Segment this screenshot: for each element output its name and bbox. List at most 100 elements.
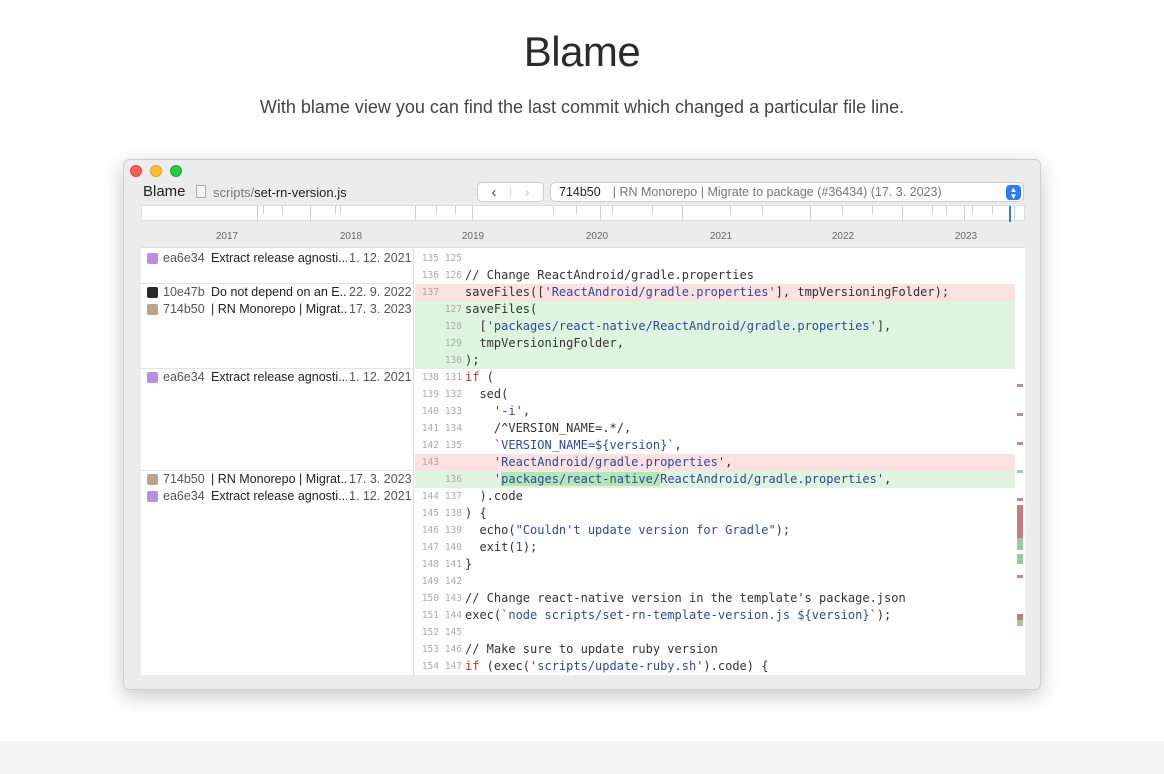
blame-entry[interactable]: ea6e34 Extract release agnosti... 1. 12. 2… <box>141 488 414 505</box>
timeline-commit-tick[interactable] <box>436 206 437 214</box>
code-line[interactable]: 138 131 if ( <box>415 369 1015 386</box>
code-line[interactable]: 153 146// Make sure to update ruby versio… <box>415 641 1015 658</box>
code-line[interactable]: 152 145 <box>415 624 1015 641</box>
code-line[interactable]: 141 134 /^VERSION_NAME=.*/, <box>415 420 1015 437</box>
blame-entry[interactable]: 714b50 | RN Monorepo | Migrat... 17. 3. 20… <box>141 301 414 318</box>
timeline-commit-tick[interactable] <box>455 206 456 214</box>
toolbar: Blame scripts/set-rn-version.js ‹ › 714b… <box>124 182 1040 204</box>
code-view[interactable]: 135 125 136 126// Change ReactAndroid/gradl… <box>415 248 1025 675</box>
blame-commit-date: 22. 9. 2022 <box>349 285 412 299</box>
footer-band <box>0 741 1164 774</box>
overview-change-mark[interactable] <box>1017 442 1023 445</box>
code-text: ).code <box>465 488 522 505</box>
code-line[interactable]: 144 137 ).code <box>415 488 1015 505</box>
timeline-commit-tick[interactable] <box>682 206 683 220</box>
code-line[interactable]: 140 133 '-i', <box>415 403 1015 420</box>
new-line-number: 125 <box>444 253 462 264</box>
timeline-commit-tick[interactable] <box>972 206 973 214</box>
code-line-added[interactable]: 129 tmpVersioningFolder, <box>415 335 1015 352</box>
code-line[interactable]: 150 143// Change react-native version in … <box>415 590 1015 607</box>
code-line-deleted[interactable]: 137 saveFiles(['ReactAndroid/gradle.prope… <box>415 284 1015 301</box>
timeline-commit-tick[interactable] <box>340 206 341 214</box>
blame-entry[interactable]: 10e47b Do not depend on an E... 22. 9. 202… <box>141 284 414 301</box>
commit-navigation: ‹ › <box>477 182 544 202</box>
previous-commit-button[interactable]: ‹ <box>478 183 510 201</box>
code-token: ); <box>876 608 892 622</box>
code-line[interactable]: 145 138) { <box>415 505 1015 522</box>
code-token: , <box>674 438 682 452</box>
overview-change-mark[interactable] <box>1017 505 1023 538</box>
code-line[interactable]: 148 141} <box>415 556 1015 573</box>
timeline-commit-tick[interactable] <box>612 206 613 214</box>
code-line[interactable]: 139 132 sed( <box>415 386 1015 403</box>
blame-entry[interactable]: ea6e34 Extract release agnosti... 1. 12. 2… <box>141 250 414 267</box>
overview-change-mark[interactable] <box>1017 470 1023 473</box>
code-line-added[interactable]: 128 ['packages/react-native/ReactAndroid… <box>415 318 1015 335</box>
blame-group-divider <box>141 470 414 471</box>
code-line[interactable]: 135 125 <box>415 250 1015 267</box>
timeline-commit-tick[interactable] <box>932 206 933 214</box>
overview-change-mark[interactable] <box>1017 413 1023 416</box>
zoom-window-button[interactable] <box>170 165 182 177</box>
code-token: tmpVersioningFolder, <box>465 336 624 350</box>
code-line[interactable]: 142 135 `VERSION_NAME=${version}`, <box>415 437 1015 454</box>
old-line-number: 149 <box>421 576 439 587</box>
timeline-commit-tick[interactable] <box>946 206 947 214</box>
timeline-year-label: 2018 <box>339 231 363 242</box>
chevron-up-down-icon: ▲ ▼ <box>1006 185 1021 201</box>
old-line-number: 139 <box>421 389 439 400</box>
code-line[interactable]: 136 126// Change ReactAndroid/gradle.prop… <box>415 267 1015 284</box>
timeline-commit-tick[interactable] <box>872 206 873 214</box>
timeline-commit-tick[interactable] <box>576 206 577 214</box>
timeline-commit-tick[interactable] <box>1014 206 1015 220</box>
code-text: } <box>465 556 472 573</box>
blame-entry[interactable]: 714b50 | RN Monorepo | Migrat... 17. 3. 20… <box>141 471 414 488</box>
timeline-commit-tick[interactable] <box>282 206 283 214</box>
change-overview-ruler[interactable] <box>1015 248 1025 675</box>
timeline-commit-tick[interactable] <box>762 206 763 214</box>
code-line[interactable]: 146 139 echo("Couldn't update version for… <box>415 522 1015 539</box>
code-line[interactable]: 147 140 exit(1); <box>415 539 1015 556</box>
timeline-commit-tick[interactable] <box>553 206 554 214</box>
code-line[interactable]: 149 142 <box>415 573 1015 590</box>
overview-change-mark[interactable] <box>1017 384 1023 387</box>
commit-select[interactable]: 714b50 | RN Monorepo | Migrate to package… <box>550 182 1024 202</box>
next-commit-button[interactable]: › <box>511 183 543 201</box>
overview-change-mark[interactable] <box>1017 538 1023 550</box>
code-token: /^VERSION_NAME=.*/, <box>465 421 632 435</box>
timeline-bar[interactable] <box>141 205 1025 222</box>
timeline-commit-tick[interactable] <box>472 206 473 220</box>
timeline-commit-tick[interactable] <box>730 206 731 214</box>
overview-change-mark[interactable] <box>1017 575 1023 578</box>
code-token: , <box>522 404 531 418</box>
timeline-commit-tick[interactable] <box>652 206 653 214</box>
timeline-commit-tick[interactable] <box>335 206 336 214</box>
timeline-commit-tick[interactable] <box>257 206 258 220</box>
timeline-commit-tick[interactable] <box>263 206 264 214</box>
string-token: 'ReactAndroid/gradle.properties' <box>493 455 726 469</box>
timeline-commit-tick[interactable] <box>810 206 811 220</box>
overview-change-mark[interactable] <box>1017 554 1023 564</box>
code-token: ); <box>775 523 791 537</box>
timeline-selected-marker[interactable] <box>1009 206 1011 222</box>
code-token: echo( <box>465 523 516 537</box>
code-line[interactable]: 154 147 if (exec('scripts/update-ruby.sh')… <box>415 658 1015 675</box>
timeline-commit-tick[interactable] <box>310 206 311 220</box>
code-line-added[interactable]: 127 saveFiles( <box>415 301 1015 318</box>
code-line-deleted[interactable]: 143 'ReactAndroid/gradle.properties', <box>415 454 1015 471</box>
close-window-button[interactable] <box>130 165 142 177</box>
minimize-window-button[interactable] <box>150 165 162 177</box>
code-line-added[interactable]: 136 'packages/react-native/ReactAndroid/… <box>415 471 1015 488</box>
overview-change-mark[interactable] <box>1017 498 1023 501</box>
blame-entry[interactable]: ea6e34 Extract release agnosti... 1. 12. 2… <box>141 369 414 386</box>
overview-change-mark[interactable] <box>1017 620 1023 626</box>
timeline-commit-tick[interactable] <box>902 206 903 220</box>
timeline-commit-tick[interactable] <box>964 206 965 220</box>
timeline-commit-tick[interactable] <box>600 206 601 220</box>
code-line-added[interactable]: 130); <box>415 352 1015 369</box>
timeline-commit-tick[interactable] <box>992 206 993 214</box>
code-line[interactable]: 151 144 exec(`node scripts/set-rn-template… <box>415 607 1015 624</box>
timeline-commit-tick[interactable] <box>842 206 843 214</box>
commit-timeline[interactable]: 2017 2018 2019 2020 2021 2022 2023 <box>141 205 1025 247</box>
timeline-commit-tick[interactable] <box>415 206 416 220</box>
